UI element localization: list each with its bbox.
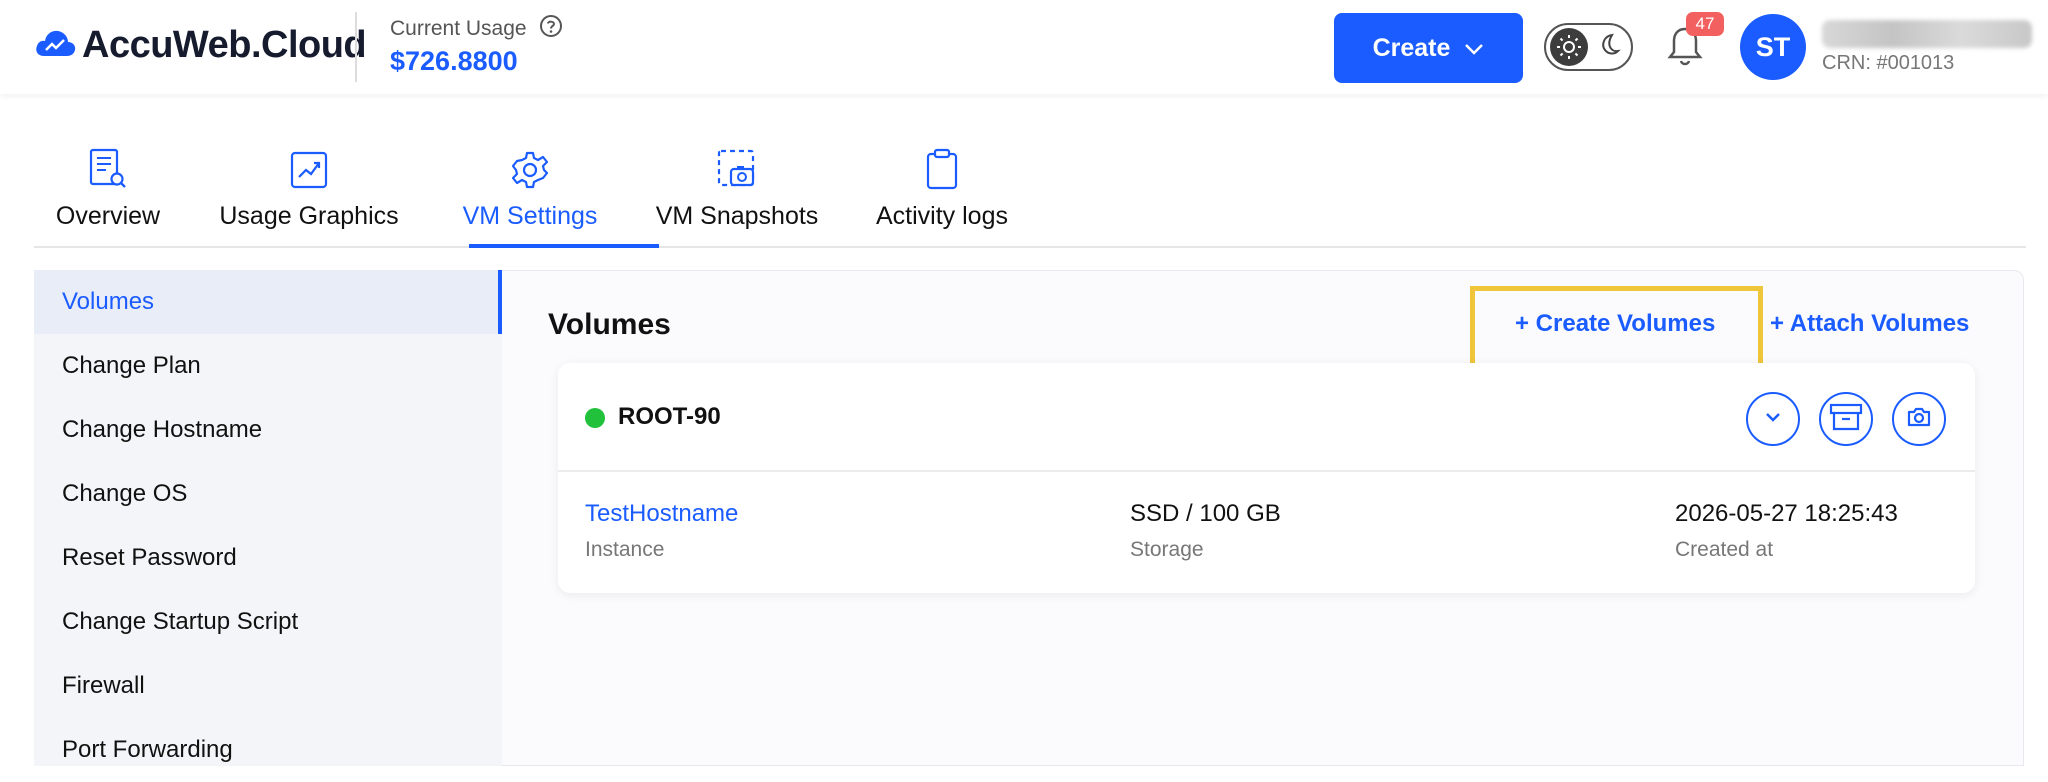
clipboard-icon xyxy=(923,140,961,190)
created-label: Created at xyxy=(1675,538,1774,561)
created-value: 2026-05-27 18:25:43 xyxy=(1675,500,1898,527)
document-search-icon xyxy=(88,140,128,190)
logo[interactable]: AccuWeb.Cloud xyxy=(34,24,367,67)
camera-icon xyxy=(1906,406,1932,433)
storage-value: SSD / 100 GB xyxy=(1130,500,1281,527)
moon-icon xyxy=(1594,31,1622,64)
status-indicator xyxy=(585,408,605,428)
crn-text: CRN: #001013 xyxy=(1822,52,1955,74)
chevron-down-icon xyxy=(1764,410,1782,428)
tab-activity-logs[interactable]: Activity logs xyxy=(871,140,1013,248)
sun-icon xyxy=(1550,28,1588,66)
instance-link[interactable]: TestHostname xyxy=(585,500,738,528)
sidebar-item-change-os[interactable]: Change OS xyxy=(34,462,502,526)
tab-overview[interactable]: Overview xyxy=(56,140,160,248)
storage-label: Storage xyxy=(1130,538,1204,561)
theme-toggle[interactable] xyxy=(1544,23,1633,71)
chart-trend-icon xyxy=(289,140,329,190)
sidebar-item-port-forwarding[interactable]: Port Forwarding xyxy=(34,718,502,782)
sidebar-item-change-plan[interactable]: Change Plan xyxy=(34,334,502,398)
tab-label: Usage Graphics xyxy=(219,202,399,230)
archive-icon xyxy=(1829,402,1863,437)
card-divider xyxy=(558,470,1975,472)
settings-sidebar: Volumes Change Plan Change Hostname Chan… xyxy=(34,270,502,766)
tab-label: Overview xyxy=(55,202,161,230)
header-divider xyxy=(355,12,357,82)
notification-badge: 47 xyxy=(1686,12,1724,36)
logo-text: AccuWeb.Cloud xyxy=(82,24,367,66)
tab-label: VM Snapshots xyxy=(655,202,819,230)
sidebar-item-change-startup-script[interactable]: Change Startup Script xyxy=(34,590,502,654)
expand-button[interactable] xyxy=(1746,392,1800,446)
usage-label-row: Current Usage xyxy=(390,14,563,44)
active-tab-indicator xyxy=(469,244,659,248)
snapshot-icon xyxy=(716,140,758,190)
tab-bar: Overview Usage Graphics VM Settings VM S… xyxy=(34,140,2026,248)
attach-volumes-link[interactable]: + Attach Volumes xyxy=(1770,310,1969,338)
create-button[interactable]: Create xyxy=(1334,13,1523,83)
archive-button[interactable] xyxy=(1819,392,1873,446)
sidebar-item-change-hostname[interactable]: Change Hostname xyxy=(34,398,502,462)
user-name-blurred xyxy=(1822,20,2032,48)
avatar[interactable]: ST xyxy=(1740,14,1806,80)
tab-vm-settings[interactable]: VM Settings xyxy=(435,140,625,248)
volume-name: ROOT-90 xyxy=(618,403,721,430)
create-volumes-link[interactable]: + Create Volumes xyxy=(1515,310,1715,338)
sidebar-item-volumes[interactable]: Volumes xyxy=(34,270,502,334)
sidebar-item-firewall[interactable]: Firewall xyxy=(34,654,502,718)
chevron-down-icon xyxy=(1464,34,1484,63)
tab-label: Activity logs xyxy=(876,202,1008,230)
sidebar-item-reset-password[interactable]: Reset Password xyxy=(34,526,502,590)
tab-label: VM Settings xyxy=(462,202,598,230)
tab-vm-snapshots[interactable]: VM Snapshots xyxy=(652,140,822,248)
gear-icon xyxy=(510,140,550,190)
usage-label: Current Usage xyxy=(390,17,527,40)
snapshot-button[interactable] xyxy=(1892,392,1946,446)
instance-label: Instance xyxy=(585,538,665,561)
volume-card: ROOT-90 TestHostname Instance SSD / 100 … xyxy=(558,363,1975,593)
top-bar: AccuWeb.Cloud Current Usage $726.8800 Cr… xyxy=(0,0,2048,94)
create-button-label: Create xyxy=(1372,33,1451,62)
help-icon[interactable] xyxy=(539,14,563,44)
tab-usage-graphics[interactable]: Usage Graphics xyxy=(219,140,399,248)
usage-value: $726.8800 xyxy=(390,46,518,76)
cloud-logo-icon xyxy=(34,28,76,63)
page-title: Volumes xyxy=(548,308,671,341)
